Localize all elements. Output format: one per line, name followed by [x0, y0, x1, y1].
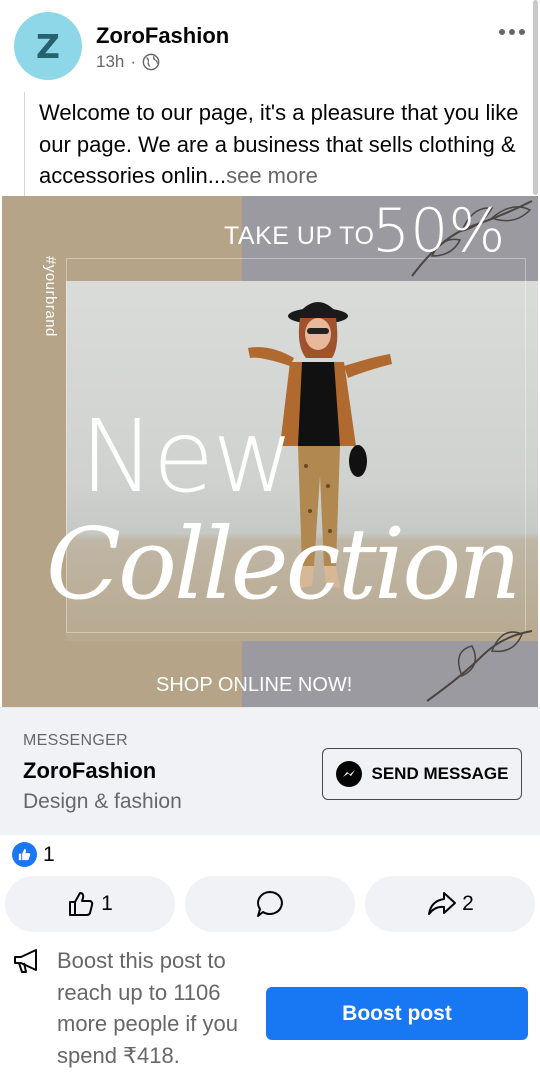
post-header: Z ZoroFashion 13h ·	[0, 0, 540, 195]
thumbs-up-icon	[69, 892, 94, 916]
page-avatar[interactable]: Z	[14, 12, 82, 80]
headline-collection: Collection	[46, 508, 521, 622]
reaction-count: 1	[43, 842, 55, 866]
megaphone-icon	[14, 949, 37, 973]
send-message-label: SEND MESSAGE	[371, 764, 509, 783]
messenger-icon	[335, 761, 362, 787]
share-button[interactable]: 2	[365, 876, 535, 932]
like-reaction-icon	[12, 842, 37, 867]
share-icon	[428, 892, 457, 915]
comment-button[interactable]	[185, 876, 355, 932]
like-count: 1	[101, 892, 113, 915]
more-options-icon[interactable]	[498, 22, 526, 42]
floral-decoration-bottom	[426, 630, 533, 702]
scrollbar[interactable]	[533, 0, 538, 195]
post-meta: 13h ·	[96, 52, 160, 72]
page-name[interactable]: ZoroFashion	[96, 23, 229, 49]
comment-icon	[257, 891, 283, 917]
avatar-letter: Z	[36, 26, 60, 66]
reaction-summary[interactable]: 1	[12, 842, 55, 867]
headline-new: New	[80, 398, 294, 515]
globe-icon	[142, 53, 160, 71]
meta-separator: ·	[130, 52, 137, 71]
messenger-subtitle: Design & fashion	[23, 790, 182, 813]
hashtag-text: #yourbrand	[42, 256, 59, 337]
shop-online-text: SHOP ONLINE NOW!	[156, 674, 353, 696]
boost-section: Boost this post to reach up to 1106 more…	[0, 940, 540, 1083]
see-more-link[interactable]: see more	[226, 163, 318, 188]
discount-percent: 50%	[372, 196, 506, 266]
post-time[interactable]: 13h	[96, 52, 124, 72]
share-count: 2	[462, 892, 474, 915]
action-bar: 1 2	[5, 876, 535, 932]
boost-description: Boost this post to reach up to 1106 more…	[57, 948, 238, 1068]
messenger-title: ZoroFashion	[23, 758, 157, 783]
discount-label: TAKE UP TO	[224, 222, 375, 250]
post-image[interactable]: TAKE UP TO 50% #yourbrand New Collection…	[2, 196, 538, 707]
send-message-button[interactable]: SEND MESSAGE	[322, 748, 522, 800]
boost-post-label: Boost post	[342, 1001, 452, 1025]
messenger-cta[interactable]: MESSENGER ZoroFashion Design & fashion S…	[0, 707, 540, 835]
post-text: Welcome to our page, it's a pleasure tha…	[24, 92, 524, 196]
like-button[interactable]: 1	[5, 876, 175, 932]
boost-post-button[interactable]: Boost post	[266, 987, 528, 1040]
messenger-label: MESSENGER	[23, 732, 128, 749]
